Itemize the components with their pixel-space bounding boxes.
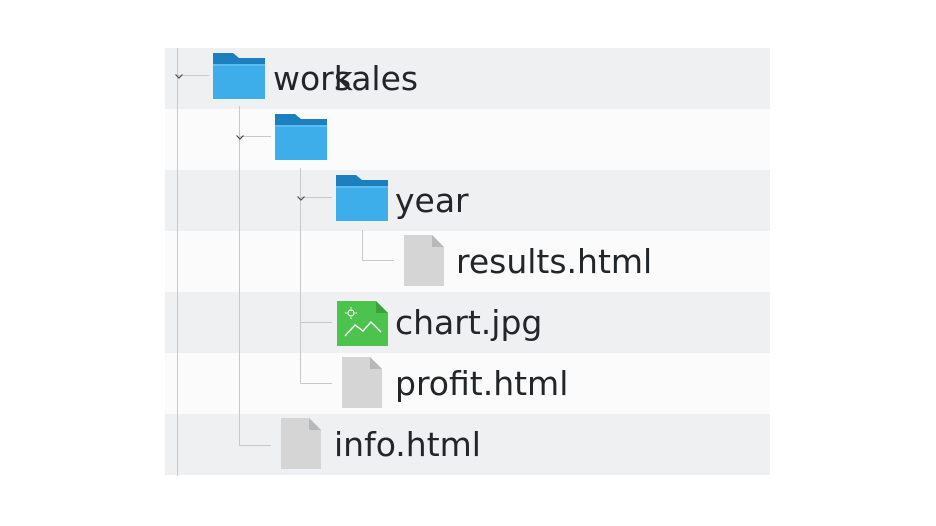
tree-row-sales[interactable] (165, 109, 770, 170)
tree-item-label: results.html (456, 242, 653, 281)
tree-item-label: sales (334, 59, 419, 98)
image-file-icon (337, 301, 388, 346)
chevron-down-icon[interactable] (295, 192, 307, 204)
tree-item-label: chart.jpg (395, 303, 543, 342)
folder-icon (336, 175, 388, 221)
folder-icon (275, 114, 327, 160)
tree-item-label: profit.html (395, 364, 569, 403)
file-icon (281, 418, 321, 469)
tree-item-label: info.html (334, 425, 481, 464)
tree-item-label: year (395, 181, 469, 220)
file-tree: work sales year results.html chart.jpg p… (165, 48, 770, 476)
file-icon (404, 235, 444, 286)
chevron-down-icon[interactable] (234, 131, 246, 143)
folder-icon (213, 53, 265, 99)
chevron-down-icon[interactable] (173, 70, 185, 82)
file-icon (342, 357, 382, 408)
